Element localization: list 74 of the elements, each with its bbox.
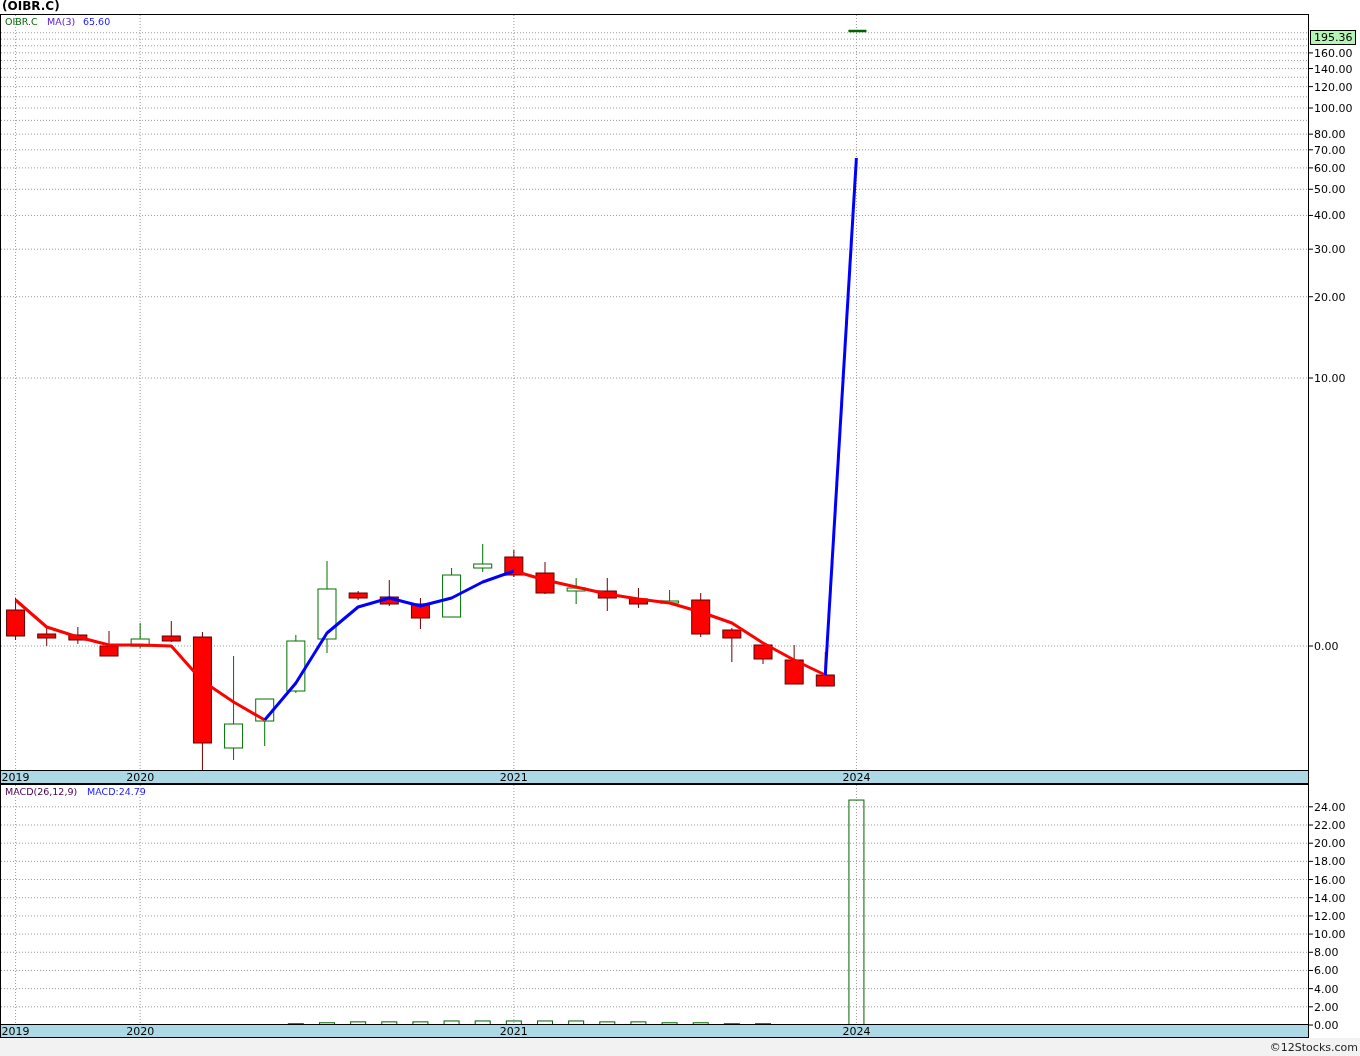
y-axis-label: 14.00 — [1314, 891, 1346, 905]
candle — [566, 577, 586, 605]
candle — [410, 597, 430, 630]
y-axis-label: 22.00 — [1314, 819, 1346, 832]
candle — [130, 622, 150, 649]
x-axis-label: 2021 — [499, 771, 528, 784]
y-axis-label: 8.00 — [1314, 946, 1339, 960]
histogram-bar — [661, 1022, 678, 1025]
histogram-bar — [599, 1021, 616, 1025]
candle — [6, 597, 26, 641]
candle — [784, 644, 804, 685]
legend-label: MACD(26,12,9) — [5, 786, 78, 797]
chart-title: (OIBR.C) — [0, 0, 1360, 14]
y-axis-label: 120.00 — [1314, 80, 1353, 94]
y-axis-label: 24.00 — [1314, 800, 1346, 814]
y-axis-label: 100.00 — [1314, 102, 1353, 115]
candle — [348, 590, 368, 601]
histogram-bar — [319, 1022, 335, 1025]
x-axis-label: 2024 — [842, 771, 871, 784]
y-axis-label: 0.00 — [1314, 640, 1339, 653]
candle — [379, 579, 399, 607]
legend-label: MA(3) — [47, 16, 76, 27]
x-axis-label: 2024 — [842, 1025, 871, 1038]
histogram-bar — [692, 1022, 709, 1025]
candle — [628, 587, 648, 609]
y-axis-label: 20.00 — [1314, 290, 1346, 304]
candle — [691, 592, 711, 638]
y-axis-label: 10.00 — [1314, 372, 1346, 385]
x-axis-label: 2019 — [1, 1025, 30, 1038]
price-label: 195.36 — [1310, 30, 1356, 45]
y-axis-label: 140.00 — [1314, 62, 1353, 76]
y-axis-label: 16.00 — [1314, 873, 1346, 887]
x-axis-label: 2019 — [1, 771, 30, 784]
y-axis-label: 20.00 — [1314, 837, 1346, 851]
y-axis-label: 6.00 — [1314, 964, 1339, 978]
candle — [255, 698, 275, 747]
y-axis-label: 30.00 — [1314, 243, 1346, 257]
candle — [722, 627, 742, 663]
histogram-bar — [350, 1021, 367, 1025]
y-axis-label: 18.00 — [1314, 855, 1346, 869]
candle — [848, 29, 867, 33]
candle — [753, 644, 773, 665]
legend-label: OIBR.C — [5, 16, 38, 27]
candle — [535, 561, 555, 595]
candle — [660, 589, 680, 605]
candle — [37, 627, 57, 647]
legend-label: MACD:24.79 — [87, 786, 146, 797]
histogram-bar — [412, 1021, 429, 1025]
y-axis-label: 60.00 — [1314, 161, 1346, 175]
x-axis-label: 2020 — [126, 771, 155, 784]
y-axis-label: 0.00 — [1314, 1019, 1339, 1032]
x-axis-label: 2020 — [126, 1025, 155, 1038]
candle — [68, 626, 88, 645]
histogram-bar — [630, 1021, 647, 1025]
y-axis-label: 4.00 — [1314, 982, 1339, 996]
candle — [473, 543, 493, 573]
candle — [504, 549, 524, 578]
y-axis-label: 80.00 — [1314, 128, 1346, 142]
histogram-bar — [381, 1021, 398, 1025]
y-axis-label: 40.00 — [1314, 209, 1346, 223]
y-axis-label: 12.00 — [1314, 909, 1346, 923]
candle — [99, 630, 119, 657]
y-axis-label: 10.00 — [1314, 928, 1346, 942]
y-axis-label: 70.00 — [1314, 143, 1346, 157]
candle — [597, 577, 617, 612]
copyright-text: ©12Stocks.com — [1269, 1040, 1358, 1054]
candle — [286, 634, 306, 694]
candle — [442, 567, 462, 618]
y-axis-label: 2.00 — [1314, 1000, 1339, 1014]
y-axis-label: 160.00 — [1314, 46, 1353, 60]
legend-label: 65.60 — [83, 16, 111, 27]
x-axis-label: 2021 — [499, 1025, 528, 1038]
candle — [161, 620, 181, 643]
y-axis-label: 50.00 — [1314, 183, 1346, 197]
